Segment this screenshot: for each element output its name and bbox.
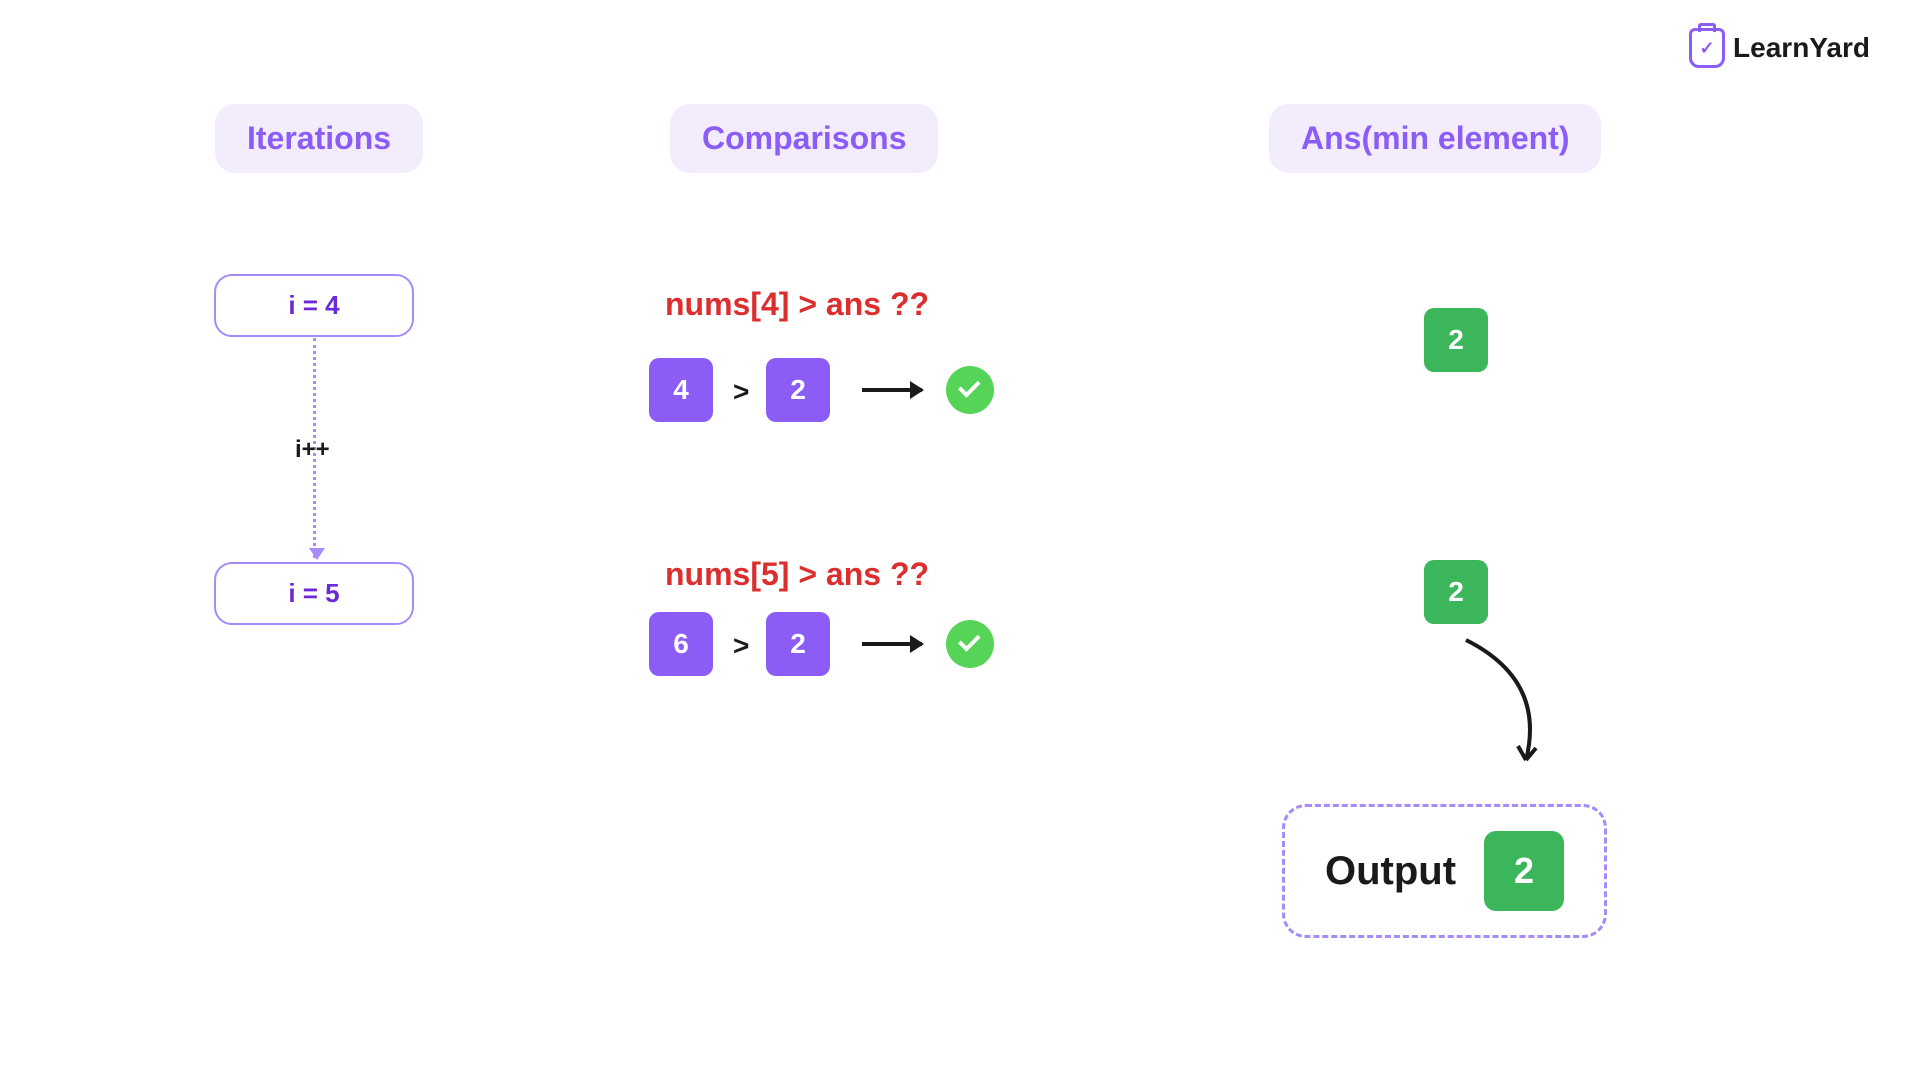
gt-sign-1: > xyxy=(733,376,749,408)
arrow-right-1 xyxy=(862,388,922,392)
comparison-right-1: 2 xyxy=(766,358,830,422)
header-comparisons: Comparisons xyxy=(670,104,938,173)
ans-box-2: 2 xyxy=(1424,560,1488,624)
output-label: Output xyxy=(1325,849,1456,894)
iteration-box-1: i = 4 xyxy=(214,274,414,337)
check-icon xyxy=(958,629,981,652)
iteration-box-2: i = 5 xyxy=(214,562,414,625)
curved-arrow-down xyxy=(1456,630,1576,780)
logo-check-icon: ✓ xyxy=(1700,38,1715,59)
output-value: 2 xyxy=(1484,831,1564,911)
brand-logo: ✓ LearnYard xyxy=(1689,28,1870,68)
brand-name: LearnYard xyxy=(1733,32,1870,64)
check-circle-1 xyxy=(946,366,994,414)
comparison-left-1: 4 xyxy=(649,358,713,422)
comparison-left-2: 6 xyxy=(649,612,713,676)
ans-box-1: 2 xyxy=(1424,308,1488,372)
comparison-question-1: nums[4] > ans ?? xyxy=(665,286,929,323)
comparison-question-2: nums[5] > ans ?? xyxy=(665,556,929,593)
arrow-right-2 xyxy=(862,642,922,646)
header-ans: Ans(min element) xyxy=(1269,104,1601,173)
logo-shield-icon: ✓ xyxy=(1689,28,1725,68)
check-circle-2 xyxy=(946,620,994,668)
output-box: Output 2 xyxy=(1282,804,1607,938)
header-iterations: Iterations xyxy=(215,104,423,173)
comparison-right-2: 2 xyxy=(766,612,830,676)
gt-sign-2: > xyxy=(733,630,749,662)
check-icon xyxy=(958,375,981,398)
increment-label: i++ xyxy=(295,436,330,464)
